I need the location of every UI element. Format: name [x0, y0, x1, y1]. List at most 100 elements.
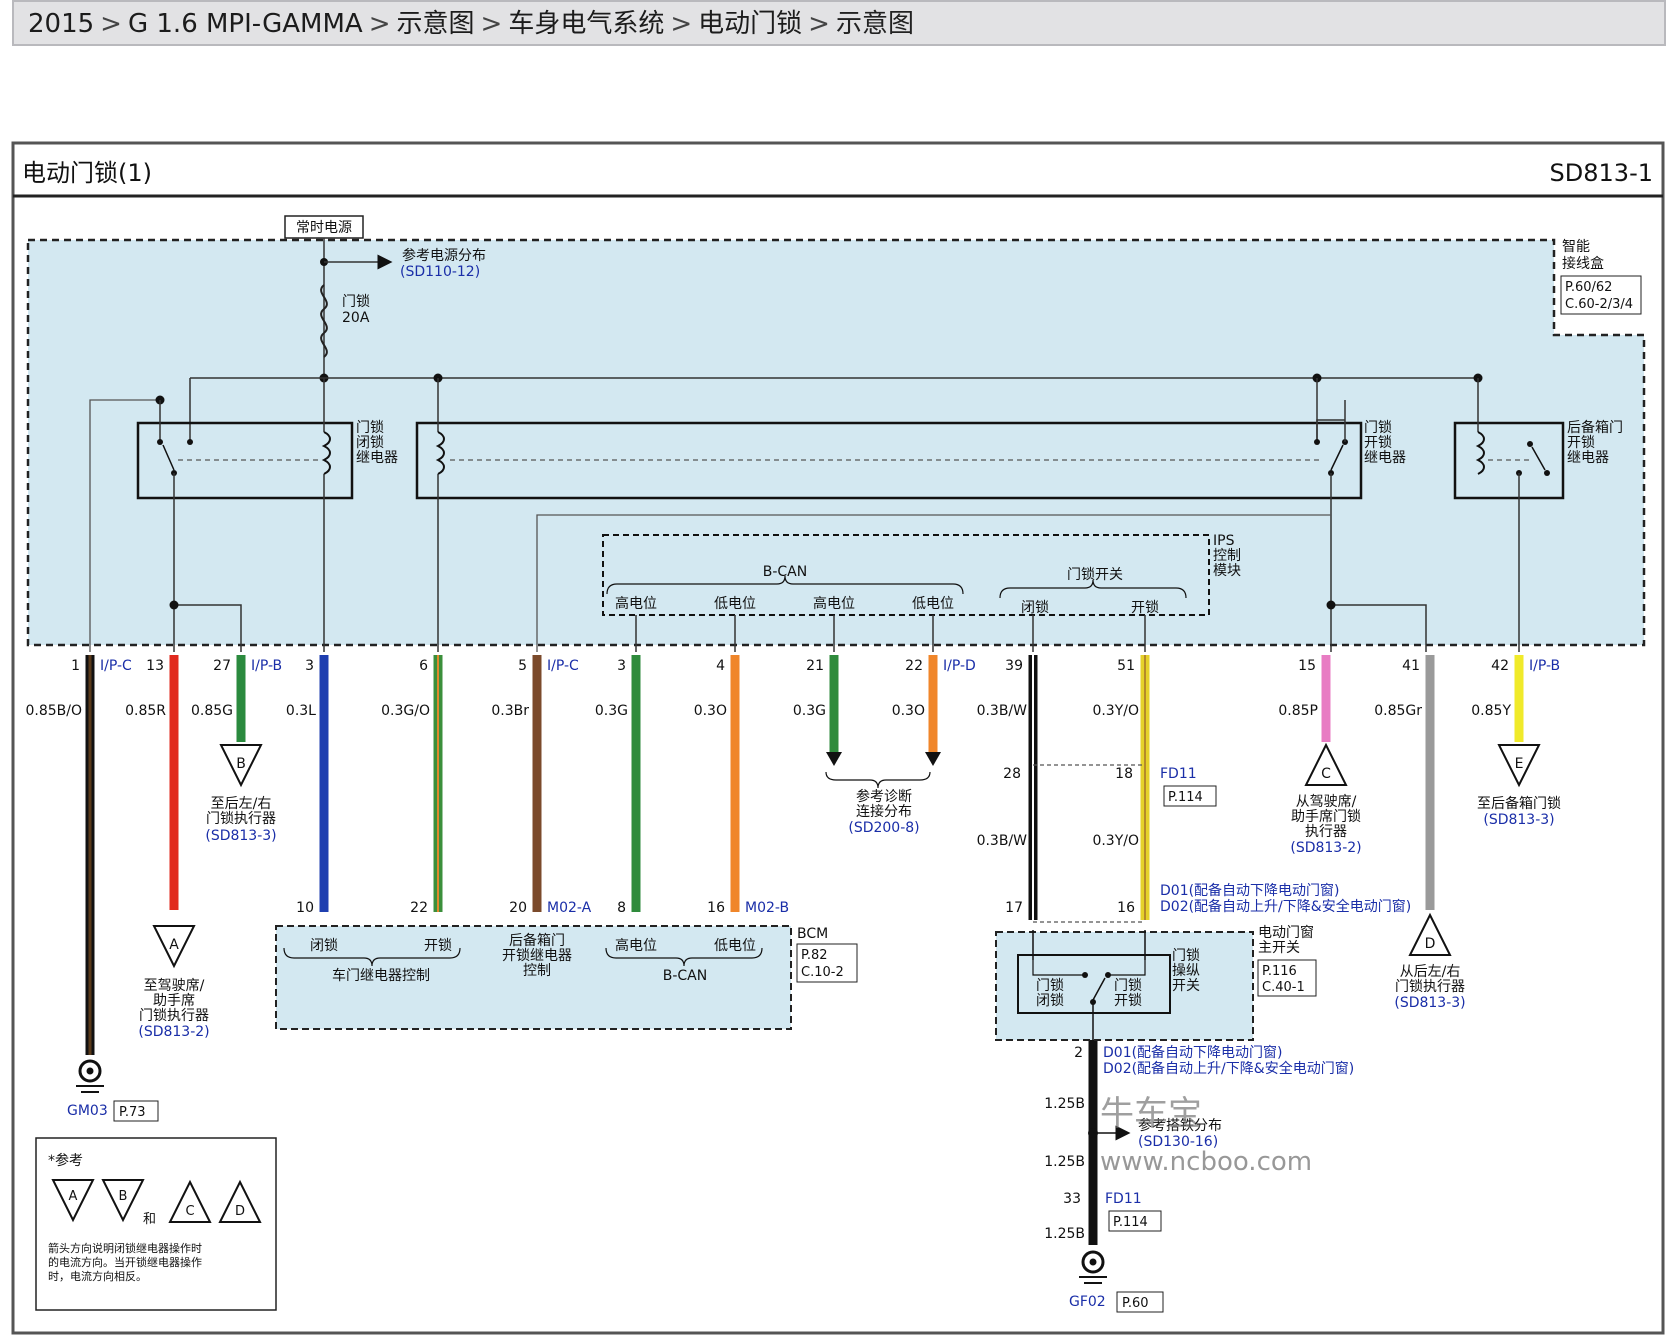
- ips-label: 控制: [1213, 548, 1241, 564]
- fd11-ref: P.114: [1168, 790, 1203, 805]
- ips-low: 低电位: [714, 596, 756, 612]
- legend-line: 箭头方向说明闭锁继电器操作时: [48, 1241, 202, 1255]
- diag-ref-link[interactable]: (SD200-8): [848, 820, 919, 836]
- sjb-ref: C.60-2/3/4: [1565, 297, 1633, 312]
- pin-label: 42: [1491, 658, 1509, 674]
- sjb-ref: P.60/62: [1565, 280, 1612, 295]
- pin-label: 4: [716, 658, 725, 674]
- unlock-relay-label: 继电器: [1364, 450, 1406, 466]
- lock-relay-label: 门锁: [356, 420, 384, 436]
- bcm-tailgate: 后备箱门: [509, 932, 565, 949]
- wire-code: 0.85B/O: [25, 703, 82, 719]
- ws-op: 操纵: [1172, 963, 1200, 979]
- wire-code: 0.3G: [793, 703, 826, 719]
- connector-label: I/P-B: [251, 658, 282, 674]
- pin-label: 27: [213, 658, 231, 674]
- ground-gm03-ref: P.73: [119, 1105, 146, 1120]
- watermark-url: www.ncboo.com: [1100, 1147, 1312, 1177]
- ips-unlock: 开锁: [1131, 600, 1159, 616]
- legend-and: 和: [143, 1212, 156, 1227]
- connector-b-link[interactable]: (SD813-3): [205, 828, 276, 844]
- fd11-pin: 18: [1115, 766, 1133, 782]
- bcm-door-relay-ctrl: 车门继电器控制: [332, 967, 430, 984]
- connector-e-link[interactable]: (SD813-3): [1483, 812, 1554, 828]
- wire-code: 1.25B: [1044, 1154, 1085, 1170]
- wire-code: 0.3B/W: [977, 703, 1028, 719]
- diag-ref-text: 参考诊断: [856, 788, 912, 805]
- wire-code: 0.3B/W: [977, 833, 1028, 849]
- connector-d-text: 从后左/右: [1400, 964, 1461, 980]
- connector-a-link[interactable]: (SD813-2): [138, 1024, 209, 1040]
- wire-code: 0.3L: [286, 703, 316, 719]
- wire-code: 0.85Y: [1471, 703, 1511, 719]
- wire-code: 0.3O: [694, 703, 727, 719]
- fuse-rating: 20A: [342, 310, 370, 326]
- bcm-tailgate: 控制: [523, 963, 551, 979]
- wire-code: 0.3Y/O: [1092, 833, 1139, 849]
- note-d02: D02(配备自动上升/下降&安全电动门窗): [1160, 898, 1411, 915]
- ws-name: 电动门窗: [1258, 924, 1314, 941]
- connector-e-text: 至后备箱门锁: [1477, 795, 1561, 812]
- pin-label: 3: [305, 658, 314, 674]
- bcm-unlock: 开锁: [424, 938, 452, 954]
- connector-c-text: 执行器: [1305, 824, 1347, 840]
- pin-label: 22: [905, 658, 923, 674]
- ws-unlock: 门锁: [1114, 978, 1142, 994]
- pin-label: 1: [71, 658, 80, 674]
- pin-label: 15: [1298, 658, 1316, 674]
- pin-label: 20: [509, 900, 527, 916]
- pin-label: 17: [1005, 900, 1023, 916]
- legend-letter: A: [69, 1189, 78, 1204]
- pin-label: 21: [806, 658, 824, 674]
- wire-code: 0.85P: [1278, 703, 1318, 719]
- bcm-label: BCM: [797, 926, 828, 942]
- connector-c-link[interactable]: (SD813-2): [1290, 840, 1361, 856]
- connector-a-text: 助手席: [153, 993, 195, 1009]
- legend-title: *参考: [48, 1152, 83, 1169]
- bcm-lock: 闭锁: [310, 938, 338, 954]
- pin-label: 16: [1117, 900, 1135, 916]
- unlock-relay-label: 开锁: [1364, 435, 1392, 451]
- pin-label: 10: [296, 900, 314, 916]
- tailgate-relay-label: 开锁: [1567, 435, 1595, 451]
- ws-lock: 闭锁: [1036, 993, 1064, 1009]
- connector-label: I/P-B: [1529, 658, 1560, 674]
- fd11-pin: 33: [1063, 1191, 1081, 1207]
- ws-name: 主开关: [1258, 940, 1300, 956]
- diagram-code: SD813-1: [1550, 159, 1653, 187]
- connector-d-link[interactable]: (SD813-3): [1394, 995, 1465, 1011]
- wiring-diagram: 电动门锁(1) SD813-1 智能 接线盒 P.60/62 C.60-2/3/…: [11, 141, 1665, 1335]
- ws-op: 门锁: [1172, 948, 1200, 964]
- ips-high: 高电位: [615, 595, 657, 612]
- ws-op: 开关: [1172, 978, 1200, 994]
- ws-lock: 门锁: [1036, 978, 1064, 994]
- bcm-tailgate: 开锁继电器: [502, 948, 572, 964]
- pin-label: 41: [1402, 658, 1420, 674]
- connector-label: M02-B: [745, 900, 789, 916]
- ips-switch-label: 门锁开关: [1067, 567, 1123, 583]
- pin-label: 2: [1074, 1045, 1083, 1061]
- connector-c-text: 助手席门锁: [1291, 809, 1361, 825]
- fd11-pin: 28: [1003, 766, 1021, 782]
- tailgate-relay-label: 后备箱门: [1567, 419, 1623, 436]
- wire-code: 0.3Br: [491, 703, 529, 719]
- bcm-ref: C.10-2: [801, 965, 844, 980]
- pin-label: 13: [146, 658, 164, 674]
- connector-a-text: 门锁执行器: [139, 1008, 209, 1024]
- power-ref-link[interactable]: (SD110-12): [400, 264, 480, 280]
- pin-label: 3: [617, 658, 626, 674]
- diagram-title: 电动门锁(1): [22, 159, 152, 187]
- pin-label: 8: [617, 900, 626, 916]
- connector-d-text: 门锁执行器: [1395, 979, 1465, 995]
- pin-label: 6: [419, 658, 428, 674]
- pin-label: 5: [518, 658, 527, 674]
- diag-ref-text: 连接分布: [856, 803, 912, 820]
- connector-e-letter: E: [1515, 756, 1524, 772]
- ips-low: 低电位: [912, 596, 954, 612]
- connector-label: I/P-C: [100, 658, 132, 674]
- connector-label: I/P-C: [547, 658, 579, 674]
- wire-code: 1.25B: [1044, 1226, 1085, 1242]
- wire-code: 0.3Y/O: [1092, 703, 1139, 719]
- fuse-name: 门锁: [342, 294, 370, 310]
- wire-code: 0.85Gr: [1374, 703, 1422, 719]
